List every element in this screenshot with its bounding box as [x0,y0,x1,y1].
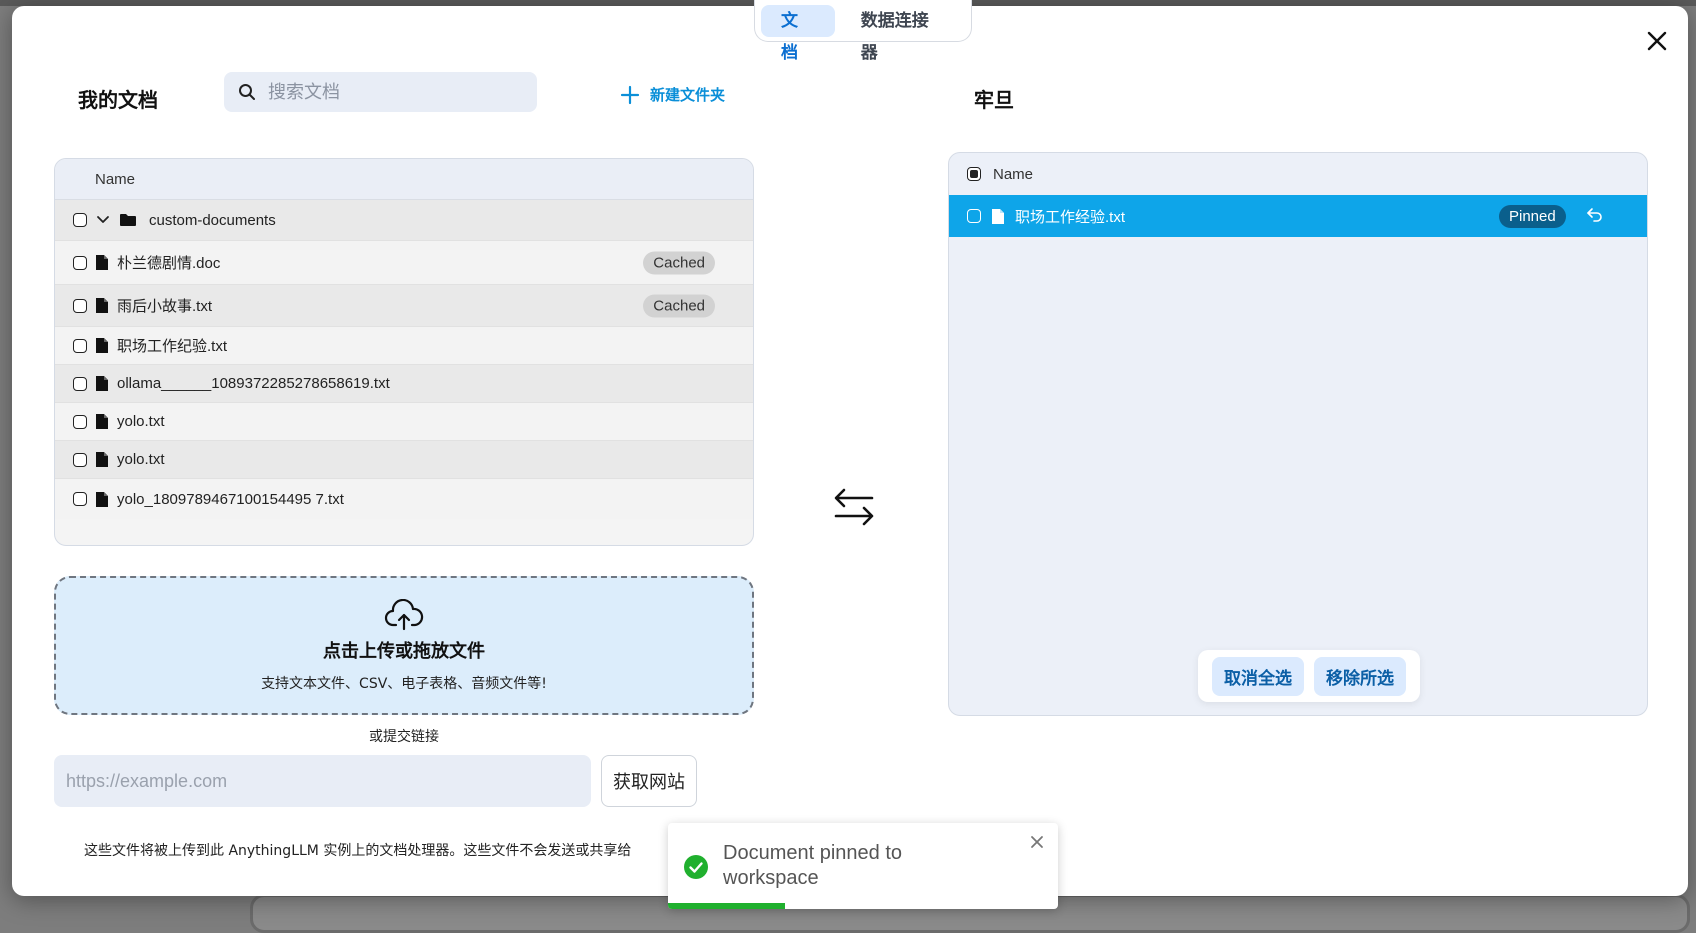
folder-row[interactable]: custom-documents [55,200,753,241]
table-header: Name [949,153,1647,195]
undo-arrow-icon[interactable] [1586,206,1604,228]
file-icon [95,254,109,271]
toast-close-icon[interactable] [1030,835,1044,849]
tab-data-connectors[interactable]: 数据连接器 [841,5,965,63]
list-item[interactable]: yolo.txt [55,441,753,479]
column-name-header: Name [95,170,136,188]
close-button[interactable] [1642,26,1672,56]
search-input[interactable] [268,81,518,103]
file-icon [95,413,109,430]
list-item[interactable]: ollama______1089372285278658619.txt [55,365,753,403]
file-name: yolo.txt [117,413,165,430]
file-checkbox[interactable] [73,338,87,353]
toast-progress-bar [668,903,785,909]
workspace-documents-table: Name 职场工作经验.txt Pinned [948,152,1648,716]
file-checkbox[interactable] [73,376,87,391]
url-input[interactable] [54,755,591,807]
file-icon [95,375,109,392]
new-folder-button[interactable]: 新建文件夹 [620,84,725,105]
pinned-badge: Pinned [1499,205,1566,228]
toast-message: Document pinned to workspace [723,842,903,889]
plus-icon [620,85,640,104]
cached-badge: Cached [643,251,715,274]
file-icon [991,208,1005,225]
file-icon [95,297,109,314]
file-icon [95,337,109,354]
file-icon [95,491,109,508]
document-manager-modal: 文档 数据连接器 我的文档 新建文件夹 Name [12,0,1688,909]
tab-documents[interactable]: 文档 [761,4,835,63]
search-icon [239,84,255,100]
upload-disclaimer: 这些文件将被上传到此 AnythingLLM 实例上的文档处理器。这些文件不会发… [84,843,632,859]
or-submit-link-label: 或提交链接 [369,729,439,745]
folder-checkbox[interactable] [73,213,87,227]
file-checkbox[interactable] [73,414,87,429]
list-item[interactable]: 朴兰德剧情.doc Cached [55,241,753,285]
deselect-all-button[interactable]: 取消全选 [1212,656,1304,696]
swap-arrows-icon[interactable] [832,484,876,528]
remove-selected-button[interactable]: 移除所选 [1314,656,1406,696]
chevron-down-icon[interactable] [95,212,111,228]
toast-notification: Document pinned to workspace [668,823,1058,909]
upload-title: 点击上传或拖放文件 [323,640,485,662]
cloud-upload-icon [384,598,424,630]
search-box [224,72,537,112]
select-all-checkbox[interactable] [967,167,981,181]
close-icon [1647,31,1667,51]
file-checkbox[interactable] [73,492,87,506]
file-checkbox[interactable] [73,298,87,313]
workspace-title: 牢旦 [974,88,1014,112]
column-name-header: Name [993,165,1034,183]
my-documents-title: 我的文档 [78,88,158,112]
fetch-website-button[interactable]: 获取网站 [601,755,697,807]
upload-dropzone[interactable]: 点击上传或拖放文件 支持文本文件、CSV、电子表格、音频文件等! [54,576,754,715]
list-item[interactable]: yolo_1809789467100154495 7.txt [55,479,753,519]
file-name: 职场工作纪验.txt [117,338,228,355]
upload-subtitle: 支持文本文件、CSV、电子表格、音频文件等! [261,675,547,692]
folder-name: custom-documents [149,211,276,229]
list-item[interactable]: yolo.txt [55,403,753,441]
file-icon [95,451,109,468]
file-checkbox[interactable] [73,452,87,467]
file-name: 朴兰德剧情.doc [117,255,221,272]
cached-badge: Cached [643,294,715,317]
list-item[interactable]: 雨后小故事.txt Cached [55,285,753,327]
new-folder-label: 新建文件夹 [650,86,726,104]
table-header: Name [55,159,753,200]
file-name: yolo_1809789467100154495 7.txt [117,490,344,508]
file-checkbox[interactable] [73,255,87,270]
workspace-file-row[interactable]: 职场工作经验.txt Pinned [949,195,1647,237]
folder-icon [119,212,137,228]
file-name: yolo.txt [117,451,165,468]
file-name: 职场工作经验.txt [1015,208,1126,226]
top-tab-bar: 文档 数据连接器 [754,0,972,63]
list-item[interactable]: 职场工作纪验.txt [55,327,753,365]
file-name: 雨后小故事.txt [117,298,213,315]
file-checkbox[interactable] [967,209,981,223]
my-documents-table: Name custom-documents 朴兰德剧情.doc Cached 雨… [54,158,754,546]
file-name: ollama______1089372285278658619.txt [117,375,390,392]
selection-action-bar: 取消全选 移除所选 [1198,650,1420,702]
success-check-icon [684,855,708,879]
